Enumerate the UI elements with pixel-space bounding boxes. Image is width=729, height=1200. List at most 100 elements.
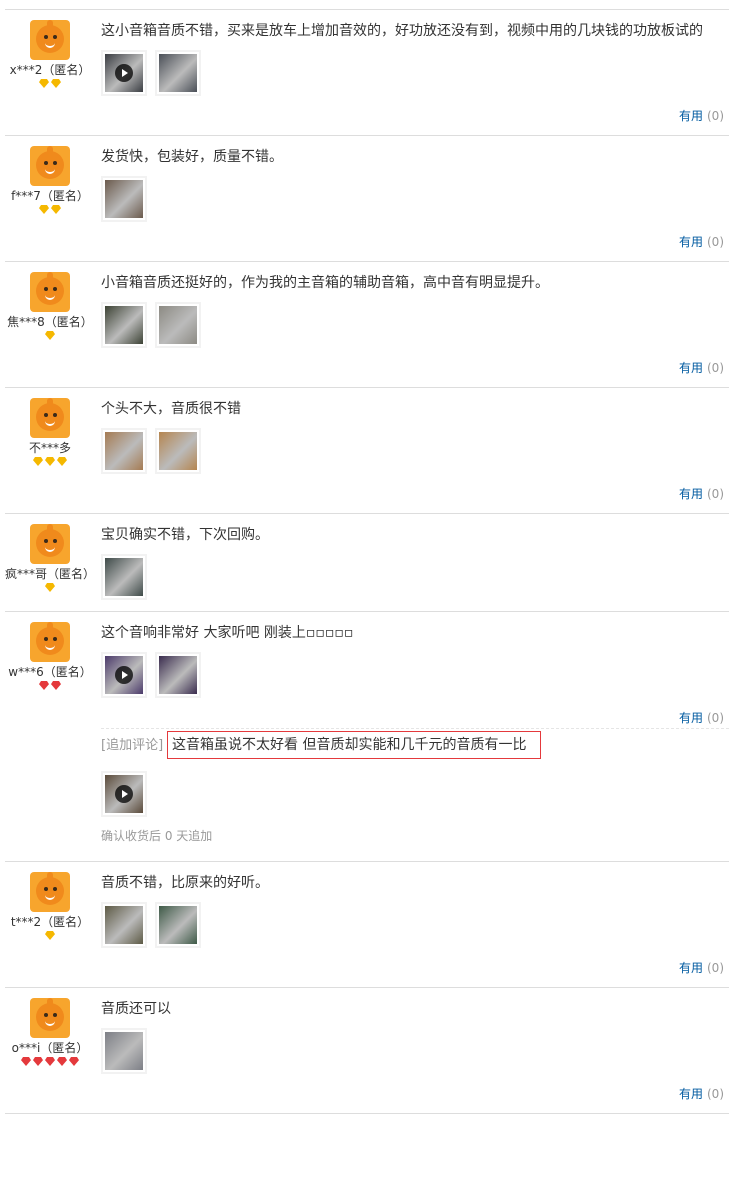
photo-thumbnail[interactable]	[155, 302, 201, 348]
reviewer-info: f***7（匿名）	[5, 146, 95, 219]
reviewer-info: w***6（匿名）	[5, 622, 95, 695]
useful-vote: 有用 (0)	[679, 235, 724, 249]
thumbnail-image	[159, 656, 197, 694]
review-pictures	[101, 302, 729, 350]
diamond-icon	[39, 681, 49, 690]
thumbnail-image	[105, 432, 143, 470]
photo-thumbnail[interactable]	[101, 428, 147, 474]
review-item: 疯***哥（匿名）宝贝确实不错，下次回购。有用(0)	[5, 514, 729, 612]
diamond-icon	[45, 331, 55, 340]
review-pictures	[101, 771, 729, 819]
diamond-icon	[45, 931, 55, 940]
review-pictures	[101, 1028, 729, 1076]
review-text: 发货快，包装好，质量不错。	[101, 149, 283, 165]
reviewer-info: t***2（匿名）	[5, 872, 95, 945]
diamond-icon	[51, 205, 61, 214]
review-text: 这个音响非常好 大家听吧 刚装上▫▫▫▫▫	[101, 625, 354, 641]
diamond-icon	[57, 1057, 67, 1066]
avatar	[30, 272, 70, 312]
useful-count: (0)	[707, 711, 724, 725]
review-pictures	[101, 176, 729, 224]
photo-thumbnail[interactable]	[101, 902, 147, 948]
play-icon[interactable]	[115, 785, 133, 803]
photo-thumbnail[interactable]	[155, 652, 201, 698]
photo-thumbnail[interactable]	[101, 176, 147, 222]
reviewer-name: 疯***哥（匿名）	[5, 567, 96, 581]
useful-count: (0)	[707, 361, 724, 375]
review-content: 发货快，包装好，质量不错。	[101, 136, 729, 224]
review-text: 宝贝确实不错，下次回购。	[101, 527, 269, 543]
play-icon[interactable]	[115, 64, 133, 82]
avatar	[30, 998, 70, 1038]
reviewer-name: o***i（匿名）	[11, 1041, 89, 1055]
reviewer-name: t***2（匿名）	[10, 915, 90, 929]
review-pictures	[101, 50, 729, 98]
member-rank	[5, 681, 95, 695]
video-thumbnail[interactable]	[101, 771, 147, 817]
reviewer-info: 不***多	[5, 398, 95, 471]
review-content: 这个音响非常好 大家听吧 刚装上▫▫▫▫▫	[101, 612, 729, 700]
photo-thumbnail[interactable]	[155, 50, 201, 96]
thumbnail-image	[105, 306, 143, 344]
thumbnail-image	[159, 432, 197, 470]
video-thumbnail[interactable]	[101, 50, 147, 96]
thumbnail-image	[105, 558, 143, 596]
review-content: 小音箱音质还挺好的，作为我的主音箱的辅助音箱，高中音有明显提升。	[101, 262, 729, 350]
useful-button[interactable]: 有用	[679, 1087, 703, 1101]
useful-button[interactable]: 有用	[679, 235, 703, 249]
useful-count: (0)	[707, 1087, 724, 1101]
review-item: f***7（匿名） 发货快，包装好，质量不错。有用 (0)	[5, 136, 729, 262]
useful-button[interactable]: 有用	[679, 361, 703, 375]
diamond-icon	[57, 457, 67, 466]
thumbnail-image	[105, 1032, 143, 1070]
useful-vote: 有用 (0)	[679, 109, 724, 123]
useful-vote: 有用 (0)	[679, 961, 724, 975]
reviewer-info: 疯***哥（匿名）	[5, 524, 95, 597]
reviewer-info: o***i（匿名）	[5, 998, 95, 1071]
avatar	[30, 146, 70, 186]
photo-thumbnail[interactable]	[155, 902, 201, 948]
play-icon[interactable]	[115, 666, 133, 684]
reviewer-name: x***2（匿名）	[9, 63, 91, 77]
member-rank	[5, 1057, 95, 1071]
reviewer-name: 焦***8（匿名）	[7, 315, 93, 329]
useful-button[interactable]: 有用	[679, 711, 703, 725]
reviewer-info: 焦***8（匿名）	[5, 272, 95, 345]
avatar	[30, 622, 70, 662]
appended-review-date: 确认收货后 0 天追加	[101, 829, 213, 843]
diamond-icon	[45, 457, 55, 466]
video-thumbnail[interactable]	[101, 652, 147, 698]
diamond-icon	[21, 1057, 31, 1066]
avatar	[30, 524, 70, 564]
reviewer-name: w***6（匿名）	[8, 665, 92, 679]
photo-thumbnail[interactable]	[101, 302, 147, 348]
review-content: 这小音箱音质不错，买来是放车上增加音效的，好功放还没有到，视频中用的几块钱的功放…	[101, 10, 729, 98]
useful-count: (0)	[707, 109, 724, 123]
review-pictures	[101, 902, 729, 950]
useful-vote: 有用 (0)	[679, 487, 724, 501]
thumbnail-image	[159, 306, 197, 344]
reviewer-name: f***7（匿名）	[11, 189, 89, 203]
useful-vote: 有用 (0)	[679, 1087, 724, 1101]
avatar	[30, 398, 70, 438]
review-text: 个头不大，音质很不错	[101, 401, 241, 417]
review-content: 个头不大，音质很不错	[101, 388, 729, 476]
review-item: 不***多 个头不大，音质很不错有用 (0)	[5, 388, 729, 514]
photo-thumbnail[interactable]	[101, 1028, 147, 1074]
appended-review-text: 这音箱虽说不太好看 但音质却实能和几千元的音质有一比	[167, 731, 542, 759]
member-rank	[5, 331, 95, 345]
review-list: x***2（匿名） 这小音箱音质不错，买来是放车上增加音效的，好功放还没有到，视频…	[5, 9, 729, 1114]
useful-button[interactable]: 有用	[679, 961, 703, 975]
useful-button[interactable]: 有用	[679, 487, 703, 501]
photo-thumbnail[interactable]	[155, 428, 201, 474]
review-text: 小音箱音质还挺好的，作为我的主音箱的辅助音箱，高中音有明显提升。	[101, 275, 549, 291]
review-text: 音质还可以	[101, 1001, 171, 1017]
diamond-icon	[51, 79, 61, 88]
member-rank	[5, 205, 95, 219]
diamond-icon	[45, 583, 55, 592]
photo-thumbnail[interactable]	[101, 554, 147, 600]
useful-button[interactable]: 有用	[679, 109, 703, 123]
review-text: 这小音箱音质不错，买来是放车上增加音效的，好功放还没有到，视频中用的几块钱的功放…	[101, 23, 703, 39]
review-item: 焦***8（匿名） 小音箱音质还挺好的，作为我的主音箱的辅助音箱，高中音有明显提升…	[5, 262, 729, 388]
member-rank	[5, 79, 95, 93]
